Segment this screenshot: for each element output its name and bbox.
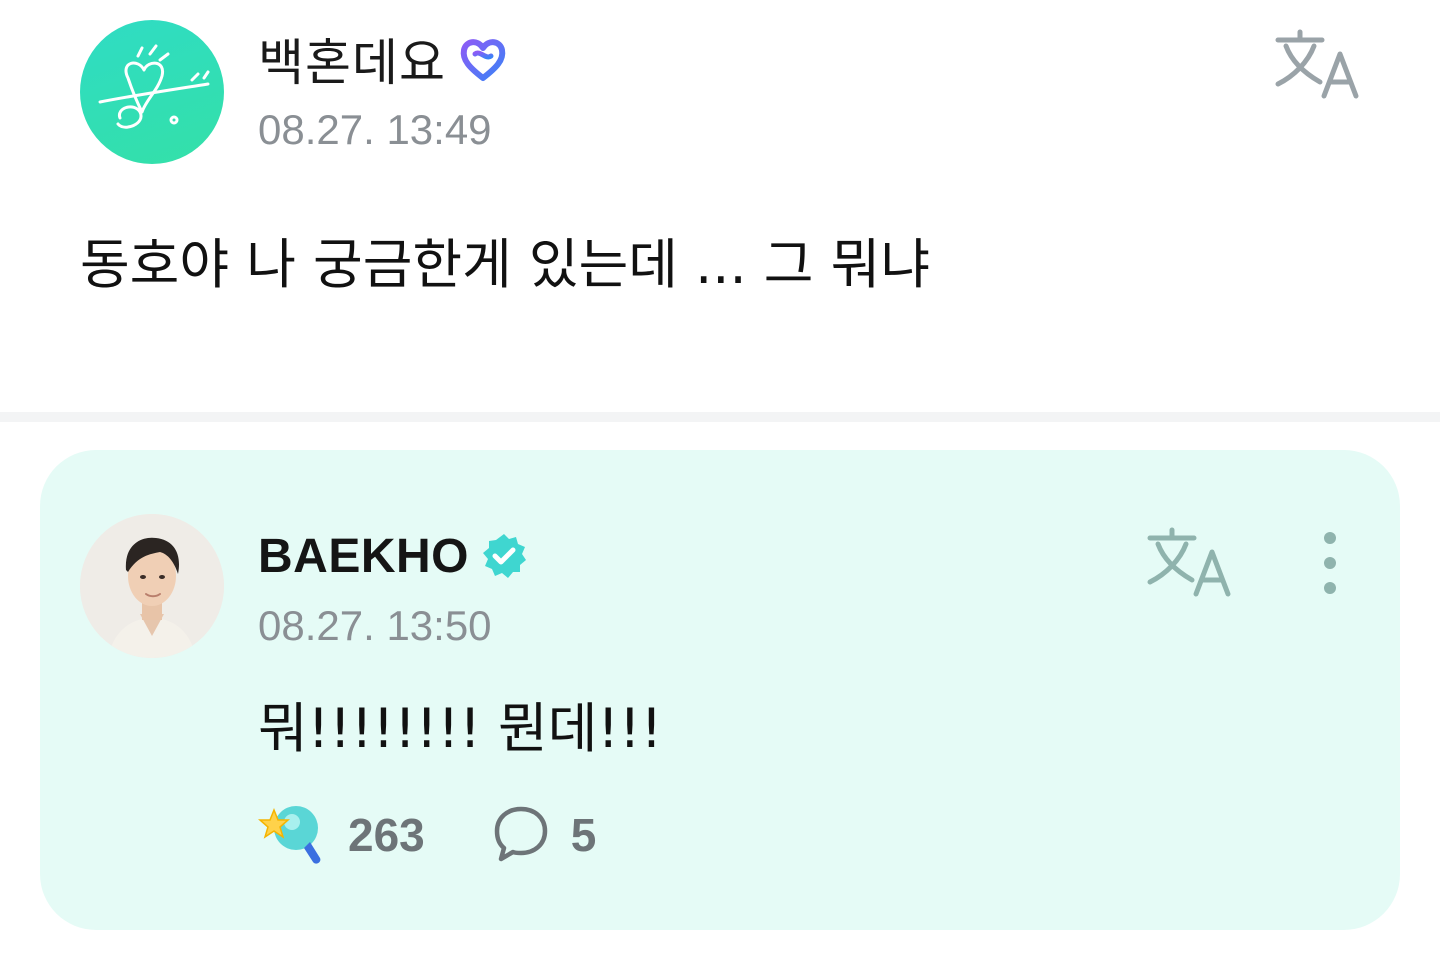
heart-membership-icon	[456, 32, 510, 86]
artist-author-row: BAEKHO	[258, 524, 529, 588]
reaction-bar: 263 5	[258, 800, 596, 870]
artist-reply-card: BAEKHO 08.27. 13:50 뭐!!!!!!!! 뭔데!!! 263 …	[40, 450, 1400, 930]
translate-icon[interactable]	[1144, 524, 1234, 600]
section-divider	[0, 412, 1440, 422]
more-vertical-icon[interactable]	[1304, 528, 1356, 598]
artist-reply-content: 뭐!!!!!!!! 뭔데!!!	[258, 697, 663, 760]
post-detail-page: 백혼데요 08.27. 13:49 동호야 나 궁금한게 있는데 ... 그 뭐…	[0, 0, 1440, 955]
comment-bubble-icon	[491, 803, 551, 867]
comment-button[interactable]: 5	[491, 803, 597, 867]
fan-author-row: 백혼데요	[258, 26, 510, 92]
artist-avatar[interactable]	[80, 514, 224, 658]
like-count: 263	[348, 809, 425, 861]
like-button[interactable]: 263	[258, 800, 425, 870]
artist-author-name[interactable]: BAEKHO	[258, 529, 469, 584]
verified-icon	[479, 531, 529, 581]
artist-reply-timestamp: 08.27. 13:50	[258, 602, 492, 649]
fan-post-content: 동호야 나 궁금한게 있는데 ... 그 뭐냐	[80, 233, 931, 296]
fan-author-name[interactable]: 백혼데요	[258, 23, 446, 95]
fan-avatar[interactable]	[80, 20, 224, 164]
fan-post-timestamp: 08.27. 13:49	[258, 106, 492, 153]
star-wand-icon	[258, 800, 328, 870]
translate-icon[interactable]	[1272, 26, 1362, 102]
comment-count: 5	[570, 809, 597, 861]
fan-post: 백혼데요 08.27. 13:49 동호야 나 궁금한게 있는데 ... 그 뭐…	[0, 0, 1440, 412]
